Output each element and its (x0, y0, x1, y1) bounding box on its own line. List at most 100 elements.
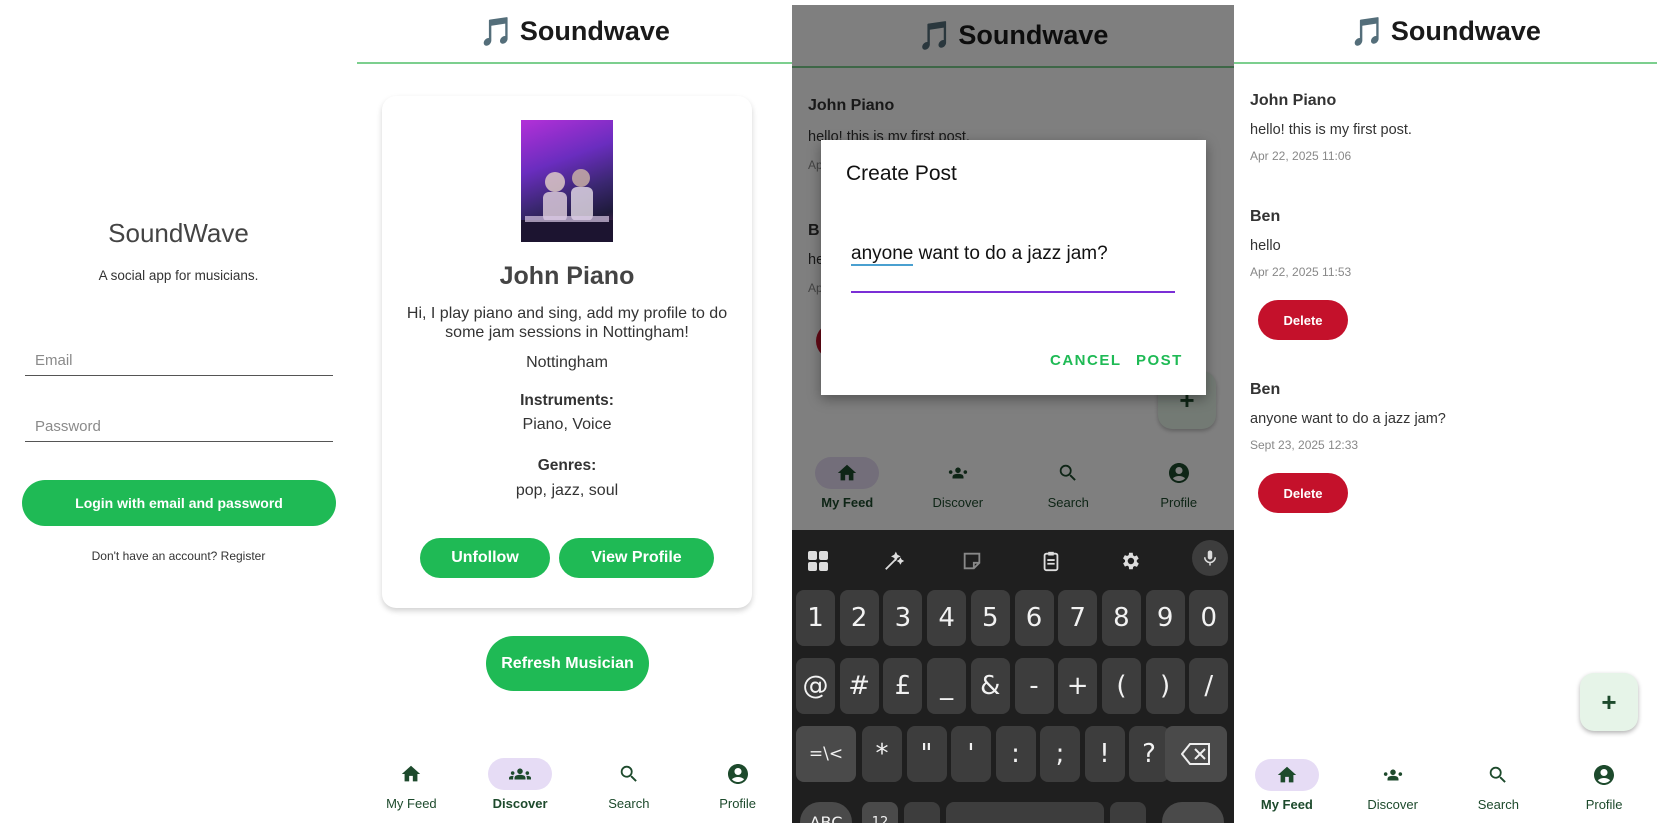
nav-label: Search (608, 796, 650, 811)
genres-value: pop, jazz, soul (515, 482, 619, 499)
keyboard-key[interactable]: # (839, 658, 879, 714)
login-button[interactable]: Login with email and password (22, 480, 336, 526)
settings-gear-icon[interactable] (1110, 543, 1150, 579)
app-subtitle: A social app for musicians. (98, 268, 259, 283)
clipboard-icon[interactable] (1031, 543, 1071, 579)
apps-grid-icon[interactable] (798, 543, 838, 579)
nav-label: Discover (1367, 797, 1418, 812)
musician-photo (521, 120, 613, 242)
post-text: hello! this is my first post. (1250, 122, 1412, 138)
keyboard-key[interactable]: 7 (1058, 590, 1098, 646)
nav-my-feed[interactable]: My Feed (366, 758, 456, 811)
enter-key[interactable] (1162, 802, 1224, 823)
create-post-screen: 🎵 Soundwave John Piano hello! this is my… (792, 5, 1234, 823)
my-feed-screen: 🎵 Soundwave John Piano hello! this is my… (1234, 0, 1657, 823)
keyboard-key[interactable]: ! (1084, 726, 1125, 782)
keyboard-key[interactable]: ' (951, 726, 991, 782)
dialog-title: Create Post (846, 162, 957, 185)
create-post-dialog: Create Post anyone want to do a jazz jam… (821, 140, 1206, 395)
post-input[interactable]: anyone want to do a jazz jam? (851, 243, 1175, 293)
app-header: 🎵 Soundwave (357, 0, 792, 64)
nav-label: Search (1477, 797, 1519, 812)
nav-discover[interactable]: Discover (1348, 759, 1438, 812)
post-text: hello (1250, 238, 1281, 254)
musician-bio: Hi, I play piano and sing, add my profil… (406, 305, 728, 341)
musician-name: John Piano (499, 262, 635, 290)
magic-wand-icon[interactable] (874, 543, 914, 579)
keyboard-key[interactable]: " (906, 726, 947, 782)
keyboard-key[interactable]: 8 (1101, 590, 1141, 646)
microphone-icon[interactable] (1192, 540, 1228, 576)
keyboard-key[interactable]: 4 (927, 590, 967, 646)
nav-profile[interactable]: Profile (693, 758, 783, 811)
keyboard-key[interactable]: ) (1145, 658, 1185, 714)
keyboard-key[interactable]: ; (1040, 726, 1080, 782)
keyboard-key[interactable]: 2 (839, 590, 879, 646)
delete-button[interactable]: Delete (1258, 300, 1348, 340)
keyboard-key[interactable]: - (1014, 658, 1054, 714)
home-icon (1254, 759, 1319, 791)
register-link[interactable]: Don't have an account? Register (0, 549, 357, 563)
space-key[interactable] (946, 802, 1104, 823)
instruments-value: Piano, Voice (522, 416, 612, 433)
musician-card: John Piano Hi, I play piano and sing, ad… (382, 96, 752, 608)
nav-search[interactable]: Search (584, 758, 674, 811)
nav-my-feed[interactable]: My Feed (1242, 759, 1332, 812)
keyboard-key[interactable]: & (970, 658, 1010, 714)
keyboard-key[interactable]: : (995, 726, 1036, 782)
keyboard-key[interactable]: 5 (970, 590, 1010, 646)
keyboard-key[interactable]: _ (927, 658, 967, 714)
musician-location: Nottingham (526, 354, 608, 371)
app-title: SoundWave (108, 218, 249, 248)
header-title: Soundwave (519, 15, 670, 46)
keyboard-key[interactable]: 0 (1189, 590, 1229, 646)
app-header: 🎵 Soundwave (1234, 0, 1657, 64)
nav-search[interactable]: Search (1453, 759, 1543, 812)
keyboard-key[interactable]: 1 (796, 590, 835, 646)
password-field[interactable]: Password (25, 418, 333, 442)
emoji-key[interactable] (904, 802, 940, 823)
post-author: Ben (1250, 381, 1281, 398)
keyboard-key[interactable]: * (862, 726, 902, 782)
backspace-key[interactable] (1165, 726, 1227, 782)
email-field[interactable]: Email (25, 352, 333, 376)
numpad-key[interactable]: 12 (862, 802, 898, 823)
keyboard-key[interactable]: =\< (796, 726, 856, 782)
backspace-icon (1181, 743, 1210, 765)
post-time: Apr 22, 2025 11:53 (1250, 265, 1352, 279)
input-text-rest: want to do a jazz jam? (913, 243, 1108, 264)
nav-profile[interactable]: Profile (1559, 759, 1649, 812)
add-post-fab[interactable]: + (1580, 673, 1638, 731)
input-word-underlined: anyone (851, 243, 914, 266)
keyboard-key[interactable]: / (1189, 658, 1229, 714)
nav-label: My Feed (386, 796, 437, 811)
refresh-musician-button[interactable]: Refresh Musician (486, 636, 649, 691)
keyboard-key[interactable]: + (1058, 658, 1098, 714)
keyboard-key[interactable]: ? (1129, 726, 1169, 782)
post-button[interactable]: POST (1136, 352, 1183, 369)
keyboard-key[interactable]: 6 (1014, 590, 1054, 646)
keyboard-key[interactable]: 9 (1145, 590, 1185, 646)
search-icon (1466, 759, 1530, 791)
nav-label: Profile (719, 796, 757, 811)
password-placeholder: Password (35, 418, 101, 435)
keyboard-key[interactable]: £ (883, 658, 923, 714)
delete-button[interactable]: Delete (1258, 473, 1348, 513)
discover-screen: 🎵 Soundwave John Piano Hi, I play piano … (357, 0, 792, 823)
keyboard-key[interactable]: @ (796, 658, 835, 714)
cancel-button[interactable]: CANCEL (1050, 352, 1122, 369)
post-time: Sept 23, 2025 12:33 (1250, 438, 1359, 452)
period-key[interactable] (1110, 802, 1146, 823)
keyboard-key[interactable]: 3 (883, 590, 923, 646)
keyboard-key[interactable]: ( (1101, 658, 1141, 714)
nav-discover[interactable]: Discover (475, 758, 565, 811)
unfollow-button[interactable]: Unfollow (420, 538, 550, 578)
view-profile-button[interactable]: View Profile (559, 538, 714, 578)
group-icon (1361, 759, 1425, 791)
abc-key[interactable]: ABC (800, 802, 852, 823)
nav-label: Profile (1585, 797, 1623, 812)
nav-label: Discover (492, 796, 548, 811)
header-title: Soundwave (1390, 15, 1541, 46)
sticker-icon[interactable] (952, 543, 992, 579)
login-screen: SoundWave A social app for musicians. Em… (0, 0, 357, 823)
